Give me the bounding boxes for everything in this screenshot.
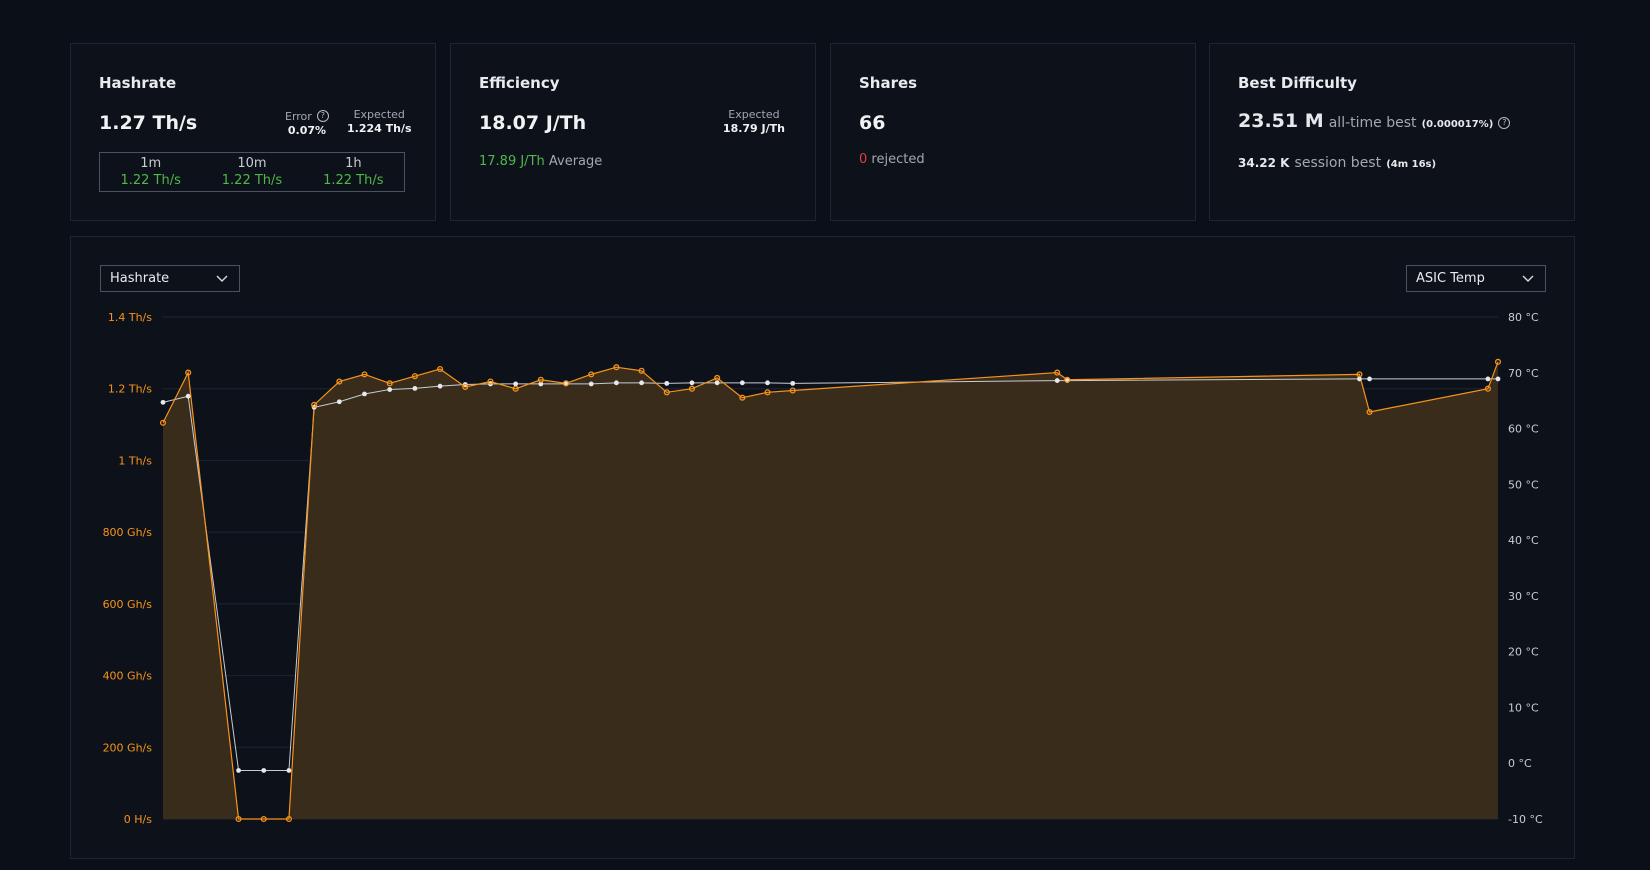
rejected-label: rejected xyxy=(871,152,925,167)
right-metric-select[interactable]: ASIC Temp xyxy=(1406,265,1546,292)
best-difficulty-card: Best Difficulty 23.51 M all-time best (0… xyxy=(1209,43,1575,221)
average-label: Average xyxy=(548,154,603,169)
help-icon[interactable]: ? xyxy=(1498,116,1511,129)
window-value: 1.22 Th/s xyxy=(323,173,384,188)
window-1m: 1m 1.22 Th/s xyxy=(100,153,201,191)
window-value: 1.22 Th/s xyxy=(120,173,181,188)
window-10m: 10m 1.22 Th/s xyxy=(201,153,302,191)
error-stat: Error ? 0.07% xyxy=(285,108,329,138)
card-title: Hashrate xyxy=(99,74,177,92)
help-icon[interactable]: ? xyxy=(316,109,329,122)
average-stat: 17.89 J/Th Average xyxy=(479,154,602,169)
error-label: Error xyxy=(285,110,312,123)
chevron-down-icon xyxy=(1522,275,1534,282)
expected-value: 1.224 Th/s xyxy=(347,122,412,135)
alltime-pct: (0.000017%) xyxy=(1421,119,1494,130)
rejected-stat: 0 rejected xyxy=(859,152,925,167)
left-metric-select[interactable]: Hashrate xyxy=(100,265,240,292)
alltime-value: 23.51 M xyxy=(1238,110,1324,132)
expected-stat: Expected 18.79 J/Th xyxy=(723,108,785,136)
session-time: (4m 16s) xyxy=(1386,159,1437,170)
session-best: 34.22 K session best (4m 16s) xyxy=(1238,152,1436,171)
efficiency-value: 18.07 J/Th xyxy=(479,112,587,134)
shares-card: Shares 66 0 rejected xyxy=(830,43,1196,221)
chart-card: Hashrate ASIC Temp xyxy=(70,236,1575,859)
window-value: 1.22 Th/s xyxy=(221,173,283,188)
expected-value: 18.79 J/Th xyxy=(722,122,785,135)
alltime-best: 23.51 M all-time best (0.000017%) ? xyxy=(1238,110,1511,132)
rejected-count: 0 xyxy=(859,152,868,167)
window-label: 10m xyxy=(237,156,267,171)
efficiency-card: Efficiency 18.07 J/Th Expected 18.79 J/T… xyxy=(450,43,816,221)
window-label: 1m xyxy=(140,156,162,171)
session-label: session best xyxy=(1294,155,1382,171)
card-title: Best Difficulty xyxy=(1238,74,1357,92)
expected-label: Expected xyxy=(353,108,405,121)
expected-label: Expected xyxy=(728,108,780,121)
hashrate-windows: 1m 1.22 Th/s 10m 1.22 Th/s 1h 1.22 Th/s xyxy=(99,152,405,192)
hashrate-card: Hashrate 1.27 Th/s Error ? 0.07% Expecte… xyxy=(70,43,436,221)
alltime-label: all-time best xyxy=(1328,115,1417,131)
window-label: 1h xyxy=(345,156,362,171)
average-value: 17.89 J/Th xyxy=(479,154,545,169)
card-title: Efficiency xyxy=(479,74,560,92)
hashrate-value: 1.27 Th/s xyxy=(99,112,198,134)
shares-value: 66 xyxy=(859,112,886,134)
chevron-down-icon xyxy=(216,275,228,282)
session-value: 34.22 K xyxy=(1238,156,1290,170)
expected-stat: Expected 1.224 Th/s xyxy=(347,108,412,136)
select-value: ASIC Temp xyxy=(1416,271,1485,286)
window-1h: 1h 1.22 Th/s xyxy=(303,153,404,191)
card-title: Shares xyxy=(859,74,918,92)
error-value: 0.07% xyxy=(287,124,327,137)
select-value: Hashrate xyxy=(110,271,170,286)
